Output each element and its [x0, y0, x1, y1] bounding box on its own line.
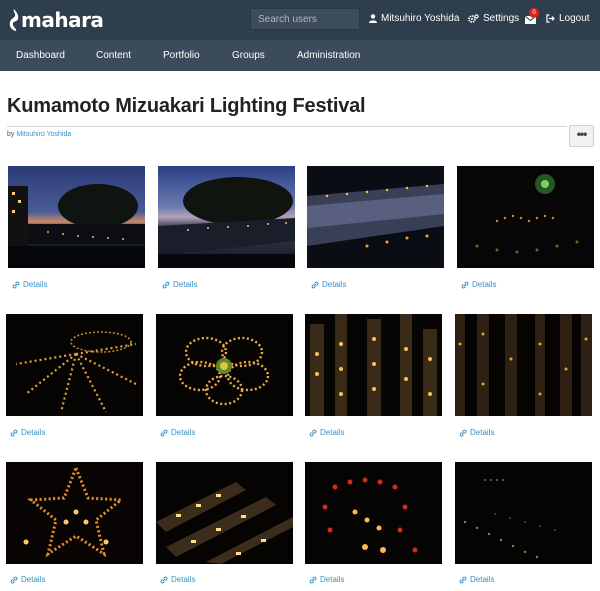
details-link[interactable]: Details: [10, 428, 45, 437]
nav-groups[interactable]: Groups: [232, 50, 265, 61]
photo-red-lanterns: [305, 462, 442, 564]
nav-administration[interactable]: Administration: [297, 50, 360, 61]
details-label: Details: [470, 428, 495, 437]
link-icon: [461, 281, 469, 288]
link-icon: [459, 429, 467, 436]
page-title: Kumamoto Mizuakari Lighting Festival: [7, 95, 366, 117]
gallery-photo[interactable]: [156, 314, 293, 416]
gallery-photo[interactable]: [6, 462, 143, 564]
gallery-photo[interactable]: [305, 314, 442, 416]
user-profile-link[interactable]: Mitsuhiro Yoshida: [369, 13, 459, 24]
details-label: Details: [320, 575, 345, 584]
user-name: Mitsuhiro Yoshida: [381, 13, 460, 24]
photo-bamboo-lanterns-wide: [455, 314, 592, 416]
logout-link[interactable]: Logout: [546, 13, 590, 24]
details-link[interactable]: Details: [461, 280, 496, 289]
photo-lantern-flower: [156, 314, 293, 416]
details-label: Details: [470, 575, 495, 584]
link-icon: [162, 281, 170, 288]
byline: by Mitsuhiro Yoshida: [7, 131, 71, 138]
logo-text: mahara: [21, 8, 104, 32]
main-nav: Dashboard Content Portfolio Groups Admin…: [0, 40, 600, 71]
gallery-photo[interactable]: [455, 462, 592, 564]
details-link[interactable]: Details: [160, 575, 195, 584]
details-link[interactable]: Details: [459, 575, 494, 584]
details-link[interactable]: Details: [309, 428, 344, 437]
gallery-photo[interactable]: [6, 314, 143, 416]
photo-lantern-boards: [156, 462, 293, 564]
gallery-photo[interactable]: [8, 166, 145, 268]
gallery-photo[interactable]: [457, 166, 594, 268]
settings-label: Settings: [483, 13, 520, 24]
nav-dashboard[interactable]: Dashboard: [16, 50, 65, 61]
photo-dusk-river-trees: [8, 166, 145, 268]
settings-link[interactable]: Settings: [468, 13, 519, 24]
details-link[interactable]: Details: [311, 280, 346, 289]
details-link[interactable]: Details: [12, 280, 47, 289]
link-icon: [311, 281, 319, 288]
photo-lantern-star: [6, 462, 143, 564]
nav-content[interactable]: Content: [96, 50, 131, 61]
logout-icon: [546, 14, 555, 23]
link-icon: [10, 429, 18, 436]
details-label: Details: [320, 428, 345, 437]
gallery-photo[interactable]: [307, 166, 444, 268]
details-link[interactable]: Details: [160, 428, 195, 437]
nav-portfolio[interactable]: Portfolio: [163, 50, 200, 61]
mahara-logo-icon: [9, 9, 19, 31]
photo-lantern-rays: [6, 314, 143, 416]
author-link[interactable]: Mitsuhiro Yoshida: [16, 131, 71, 138]
search-users-input[interactable]: [250, 8, 360, 30]
link-icon: [160, 576, 168, 583]
link-icon: [160, 429, 168, 436]
link-icon: [309, 429, 317, 436]
photo-bamboo-lanterns: [305, 314, 442, 416]
user-icon: [369, 14, 377, 23]
gallery-photo[interactable]: [156, 462, 293, 564]
details-label: Details: [173, 280, 198, 289]
byline-prefix: by: [7, 131, 15, 138]
details-label: Details: [21, 575, 46, 584]
top-header: mahara Mitsuhiro Yoshida Settings 0 Logo…: [0, 0, 600, 40]
photo-night-river-reflection: [307, 166, 444, 268]
details-label: Details: [322, 280, 347, 289]
link-icon: [12, 281, 20, 288]
inbox-count-badge: 0: [529, 8, 539, 18]
gear-icon: [468, 14, 479, 23]
logout-label: Logout: [559, 13, 590, 24]
gallery-photo[interactable]: [455, 314, 592, 416]
photo-dusk-river-wide: [158, 166, 295, 268]
details-label: Details: [171, 575, 196, 584]
details-link[interactable]: Details: [162, 280, 197, 289]
details-link[interactable]: Details: [309, 575, 344, 584]
gallery-photo[interactable]: [158, 166, 295, 268]
details-label: Details: [472, 280, 497, 289]
link-icon: [309, 576, 317, 583]
details-link[interactable]: Details: [459, 428, 494, 437]
photo-dark-lanterns-green-light: [457, 166, 594, 268]
link-icon: [10, 576, 18, 583]
title-divider: [7, 126, 567, 127]
gallery-photo[interactable]: [305, 462, 442, 564]
link-icon: [459, 576, 467, 583]
details-link[interactable]: Details: [10, 575, 45, 584]
mahara-logo[interactable]: mahara: [8, 6, 104, 34]
details-label: Details: [21, 428, 46, 437]
photo-dark-night-lanterns: [455, 462, 592, 564]
more-options-button[interactable]: •••: [569, 125, 594, 147]
details-label: Details: [23, 280, 48, 289]
details-label: Details: [171, 428, 196, 437]
